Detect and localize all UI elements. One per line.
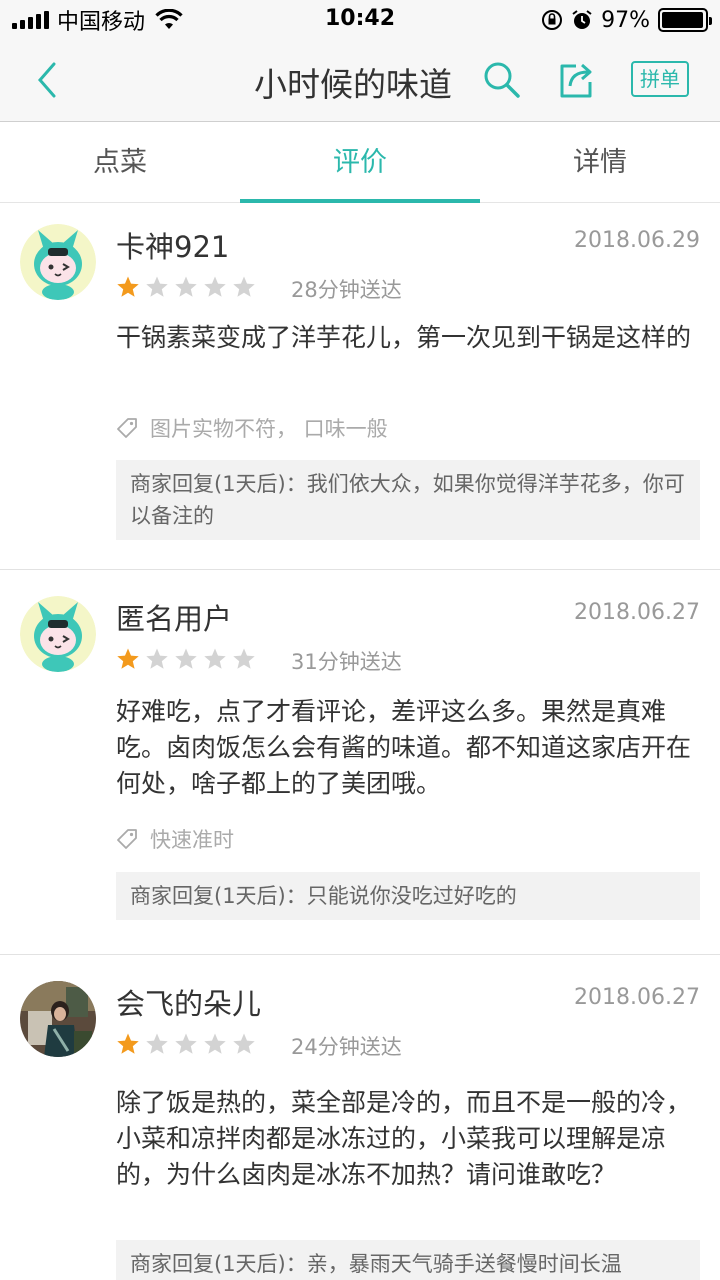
review-date: 2018.06.27 <box>574 600 700 625</box>
star-empty-icon <box>204 276 226 297</box>
star-empty-icon <box>175 276 197 297</box>
delivery-time: 24分钟送达 <box>291 1035 402 1059</box>
star-empty-icon <box>146 276 168 297</box>
tag-text: 快速准时 <box>150 828 234 852</box>
group-order-button[interactable]: 拼单 <box>631 61 689 97</box>
star-empty-icon <box>233 276 255 297</box>
status-bar: 中国移动 10:42 97% <box>0 0 720 40</box>
star-empty-icon <box>146 648 168 669</box>
back-button[interactable] <box>30 58 70 102</box>
review-list: 卡神921 2018.06.29 28分钟送达 干锅素菜变成了洋芋花儿，第一次见… <box>0 204 720 1280</box>
avatar[interactable] <box>20 224 96 300</box>
star-rating <box>116 275 256 299</box>
review-text: 好难吃，点了才看评论，差评这么多。果然是真难吃。卤肉饭怎么会有酱的味道。都不知道… <box>116 697 692 798</box>
alarm-icon <box>572 10 592 29</box>
tag-text: 图片实物不符， 口味一般 <box>150 417 388 441</box>
star-filled-icon <box>117 1033 139 1054</box>
navigation-bar: 小时候的味道 拼单 <box>0 40 720 122</box>
tag-icon <box>117 418 137 438</box>
battery-icon <box>658 8 712 32</box>
review-date: 2018.06.29 <box>574 228 700 253</box>
delivery-time: 31分钟送达 <box>291 650 402 674</box>
delivery-time: 28分钟送达 <box>291 278 402 302</box>
avatar[interactable] <box>20 596 96 672</box>
review-item: 会飞的朵儿 2018.06.27 24分钟送达 除了饭是热的，菜全部是冷的，而且… <box>0 955 720 1280</box>
review-text: 干锅素菜变成了洋芋花儿，第一次见到干锅是这样的 <box>116 323 692 352</box>
username: 会飞的朵儿 <box>116 987 262 1021</box>
star-empty-icon <box>175 648 197 669</box>
star-empty-icon <box>146 1033 168 1054</box>
star-rating <box>116 1032 256 1056</box>
star-filled-icon <box>117 648 139 669</box>
page-title: 小时候的味道 <box>254 65 452 104</box>
review-item: 卡神921 2018.06.29 28分钟送达 干锅素菜变成了洋芋花儿，第一次见… <box>0 204 720 570</box>
star-empty-icon <box>175 1033 197 1054</box>
tab-details[interactable]: 详情 <box>480 123 720 202</box>
review-tags: 图片实物不符， 口味一般 <box>116 413 388 443</box>
star-empty-icon <box>204 1033 226 1054</box>
review-text: 除了饭是热的，菜全部是冷的，而且不是一般的冷，小菜和凉拌肉都是冰冻过的，小菜我可… <box>116 1088 692 1189</box>
star-filled-icon <box>117 276 139 297</box>
tab-menu[interactable]: 点菜 <box>0 123 240 202</box>
battery-level <box>662 12 703 28</box>
merchant-reply: 商家回复(1天后)：只能说你没吃过好吃的 <box>116 872 700 920</box>
review-item: 匿名用户 2018.06.27 31分钟送达 好难吃，点了才看评论，差评这么多。… <box>0 570 720 955</box>
tag-icon <box>117 829 137 849</box>
avatar[interactable] <box>20 981 96 1057</box>
share-button[interactable] <box>556 60 596 100</box>
star-rating <box>116 647 256 671</box>
battery-percent: 97% <box>601 7 650 33</box>
merchant-reply: 商家回复(1天后)：我们依大众，如果你觉得洋芋花多，你可以备注的 <box>116 460 700 540</box>
tab-reviews[interactable]: 评价 <box>240 123 480 203</box>
username: 匿名用户 <box>116 602 233 636</box>
merchant-reply: 商家回复(1天后)：亲，暴雨天气骑手送餐慢时间长温 <box>116 1240 700 1280</box>
search-button[interactable] <box>482 60 522 100</box>
rotation-lock-icon <box>542 10 563 30</box>
tab-bar: 点菜 评价 详情 <box>0 123 720 203</box>
star-empty-icon <box>204 648 226 669</box>
star-empty-icon <box>233 648 255 669</box>
username: 卡神921 <box>116 230 230 264</box>
review-date: 2018.06.27 <box>574 985 700 1010</box>
review-tags: 快速准时 <box>116 824 234 854</box>
star-empty-icon <box>233 1033 255 1054</box>
